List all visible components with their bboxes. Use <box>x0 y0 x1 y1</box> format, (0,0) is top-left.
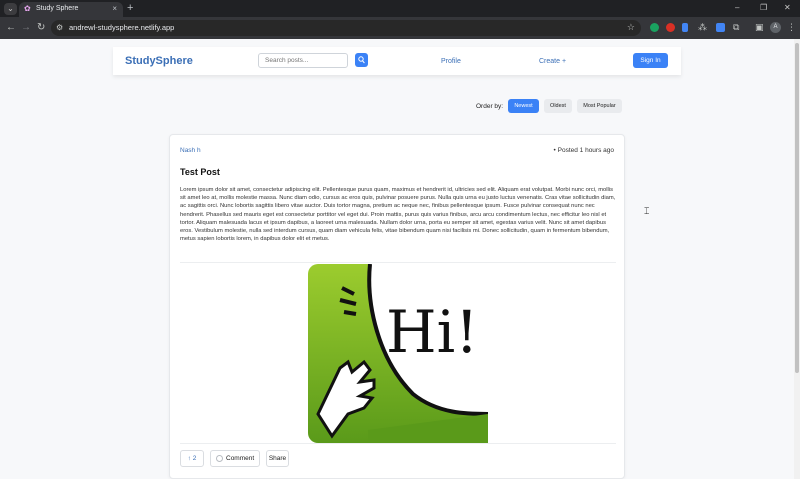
scrollbar-thumb[interactable] <box>795 43 799 373</box>
mouse-cursor-icon: ⌶ <box>644 206 650 216</box>
bookmark-star-icon[interactable]: ☆ <box>627 22 635 33</box>
post-timestamp: • Posted 1 hours ago <box>553 147 614 154</box>
site-header: StudySphere Profile Create + Sign In <box>113 47 681 75</box>
extensions-puzzle-icon[interactable]: ⧉ <box>733 21 739 33</box>
order-oldest-button[interactable]: Oldest <box>544 99 572 113</box>
browser-tab-bar: ⌄ ✿ Study Sphere × + – ❐ ✕ <box>0 0 800 17</box>
extension-whatsapp-icon[interactable] <box>650 23 659 32</box>
menu-dots-icon[interactable]: ⋮ <box>787 21 796 33</box>
tab-close-icon[interactable]: × <box>112 4 117 14</box>
forward-arrow-icon[interactable]: → <box>21 22 31 34</box>
search-button[interactable] <box>355 53 368 67</box>
like-button[interactable]: ↑ 2 <box>180 450 204 467</box>
tab-search-chevron-icon[interactable]: ⌄ <box>4 3 17 15</box>
extension-translate-icon[interactable] <box>716 23 725 32</box>
sign-in-button[interactable]: Sign In <box>633 53 668 68</box>
page-scrollbar[interactable] <box>794 39 800 479</box>
divider <box>180 443 616 444</box>
brand-logo[interactable]: StudySphere <box>125 55 193 68</box>
post-image-hi: Hi! <box>308 264 488 443</box>
minimize-button[interactable]: – <box>735 2 739 14</box>
lotus-icon: ✿ <box>24 4 31 13</box>
order-by-label: Order by: <box>476 103 504 110</box>
extension-square-icon[interactable] <box>682 23 688 32</box>
search-input[interactable] <box>258 53 348 68</box>
site-info-icon[interactable]: ⚙ <box>56 23 65 32</box>
post-title: Test Post <box>180 167 220 177</box>
back-arrow-icon[interactable]: ← <box>6 22 16 34</box>
close-window-button[interactable]: ✕ <box>784 2 791 14</box>
url-text: andrewl-studysphere.netlify.app <box>69 23 175 32</box>
comment-button[interactable]: Comment <box>210 450 260 467</box>
image-hi-text: Hi! <box>386 298 478 366</box>
maximize-button[interactable]: ❐ <box>760 2 767 14</box>
post-body: Lorem ipsum dolor sit amet, consectetur … <box>180 187 616 243</box>
side-panel-icon[interactable]: ▣ <box>755 21 764 33</box>
search-icon <box>358 56 365 64</box>
order-newest-button[interactable]: Newest <box>508 99 539 113</box>
new-tab-button[interactable]: + <box>127 2 133 14</box>
tab-title: Study Sphere <box>36 5 79 12</box>
reload-icon[interactable]: ↻ <box>37 22 45 34</box>
post-card: Nash h • Posted 1 hours ago Test Post Lo… <box>169 134 625 479</box>
nav-create-link[interactable]: Create + <box>539 57 566 66</box>
page-viewport: StudySphere Profile Create + Sign In Ord… <box>0 39 794 479</box>
profile-avatar[interactable]: A <box>770 22 781 33</box>
comment-bubble-icon <box>216 455 223 462</box>
browser-toolbar: ← → ↻ ⚙ andrewl-studysphere.netlify.app … <box>0 17 800 39</box>
extension-dash-icon[interactable]: ⁂ <box>698 21 707 33</box>
browser-tab[interactable]: ✿ Study Sphere × <box>19 2 123 17</box>
extension-shield-icon[interactable] <box>666 23 675 32</box>
divider <box>180 262 616 263</box>
share-button[interactable]: Share <box>266 450 289 467</box>
nav-profile-link[interactable]: Profile <box>441 57 461 66</box>
comment-label: Comment <box>226 455 255 462</box>
address-bar[interactable]: ⚙ andrewl-studysphere.netlify.app ☆ <box>51 20 641 36</box>
post-author[interactable]: Nash h <box>180 146 201 155</box>
order-most-popular-button[interactable]: Most Popular <box>577 99 622 113</box>
